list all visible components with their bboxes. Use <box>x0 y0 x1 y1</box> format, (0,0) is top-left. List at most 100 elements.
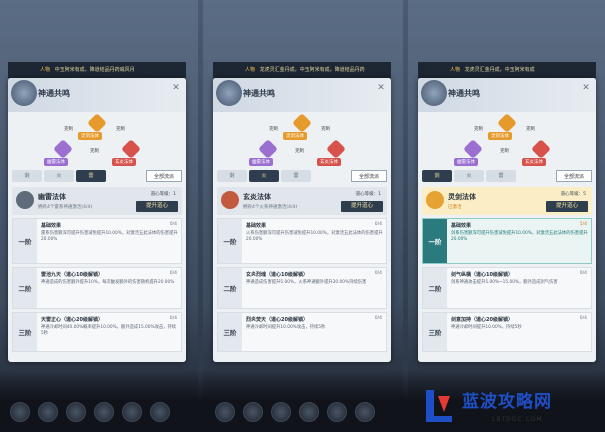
tier-title: 剑意加持（道心20级解锁） <box>451 317 513 323</box>
tier-badge: 二阶 <box>423 268 447 308</box>
tier-desc: 神通冷却时间提升10.00%攻击，持续5秒 <box>246 325 326 330</box>
top-notice: 人物 龙虎灵汇金丹成，中玉阿米有成 <box>418 62 596 78</box>
tier-desc: 剑系伤害额深可提升伤害减免提升10.00%，对激活五此法体的伤害提升20.00% <box>451 231 588 242</box>
tier-badge: 二阶 <box>13 268 37 308</box>
relation-left: 克制 <box>474 127 483 132</box>
skill-slot-icon[interactable] <box>10 402 30 422</box>
skill-slot-icon[interactable] <box>271 402 291 422</box>
skill-slot-icon[interactable] <box>215 402 235 422</box>
tab-fire[interactable]: 火 <box>44 170 74 182</box>
tabs-row: 剑 火 雷 全部流派 <box>217 170 387 184</box>
skill-slot-icon[interactable] <box>243 402 263 422</box>
tier-count: 0/4 <box>169 316 177 321</box>
tab-thunder[interactable]: 雷 <box>76 170 106 182</box>
tabs-row: 剑 火 雷 全部流派 <box>12 170 182 184</box>
tier-card: 三阶 剑意加持（道心20级解锁） 0/4 神通冷却时间提升10.00%，持续5秒 <box>422 312 592 352</box>
tier-badge: 三阶 <box>218 313 242 351</box>
all-schools-button[interactable]: 全部流派 <box>556 170 592 182</box>
tier-badge: 三阶 <box>13 313 37 351</box>
skill-slot-icon[interactable] <box>38 402 58 422</box>
tier-desc: 神通造成伤害提升5.00%，火系神通额外提升20.00%持续伤害 <box>246 280 367 285</box>
skill-slot-icon[interactable] <box>122 402 142 422</box>
heart-level: 道心等级：1 <box>355 192 381 197</box>
sword-node-icon <box>497 113 517 133</box>
tab-thunder[interactable]: 雷 <box>486 170 516 182</box>
body-name: 灵剑法体 <box>448 193 476 201</box>
tier-title: 基础效果 <box>246 223 267 229</box>
promote-heart-button[interactable]: 提升道心 <box>136 201 178 212</box>
node-top-label: 灵剑法体 <box>283 132 307 140</box>
selected-body-card: 玄炎法体 拥有4个火系神通激活(4/4) 道心等级：1 提升道心 <box>217 187 387 215</box>
close-icon[interactable]: ✕ <box>375 82 387 94</box>
tier-count: 0/4 <box>169 222 177 227</box>
relation-bottom: 克制 <box>295 149 304 154</box>
thunder-node-icon <box>53 139 73 159</box>
tier-card: 三阶 天雷正心（道心20级解锁） 0/4 神通冷却时间40.00%概率提升10.… <box>12 312 182 352</box>
panel-header: 神通共鸣 ✕ <box>213 78 391 112</box>
tab-fire[interactable]: 火 <box>249 170 279 182</box>
all-schools-button[interactable]: 全部流派 <box>146 170 182 182</box>
notice-tag: 人物 <box>245 67 256 73</box>
tier-badge: 一阶 <box>13 219 37 263</box>
counter-triangle: 灵剑法体 幽雷法体 玄炎法体 克制 克制 克制 <box>213 112 391 170</box>
resonance-panel-2: 神通共鸣 ✕ 灵剑法体 幽雷法体 玄炎法体 克制 克制 克制 剑 火 雷 全部流… <box>213 78 391 362</box>
notice-text: 龙虎灵汇金丹成，中玉阿米有成 <box>464 67 535 73</box>
tab-sword[interactable]: 剑 <box>217 170 247 182</box>
skill-slot-icon[interactable] <box>327 402 347 422</box>
panel-title: 神通共鸣 <box>243 89 275 98</box>
tier-desc: 神通冷却时间40.00%概率提升10.00%，额外造成15.00%攻击，持续5秒 <box>41 325 177 336</box>
tier-title: 雷池九天（道心10级解锁） <box>41 272 103 278</box>
tab-sword[interactable]: 剑 <box>422 170 452 182</box>
node-right-label: 玄炎法体 <box>317 158 341 166</box>
relation-bottom: 克制 <box>500 149 509 154</box>
watermark-logo-icon <box>426 390 452 422</box>
tier-title: 基础效果 <box>451 223 472 229</box>
tab-sword[interactable]: 剑 <box>12 170 42 182</box>
promote-heart-button[interactable]: 提升道心 <box>546 201 588 212</box>
fire-node-icon <box>326 139 346 159</box>
counter-triangle: 灵剑法体 幽雷法体 玄炎法体 克制 克制 克制 <box>8 112 186 170</box>
tab-thunder[interactable]: 雷 <box>281 170 311 182</box>
emblem-icon <box>11 80 37 106</box>
tier-count: 0/4 <box>374 271 382 276</box>
tab-fire[interactable]: 火 <box>454 170 484 182</box>
tier-badge: 二阶 <box>218 268 242 308</box>
skill-slot-icon[interactable] <box>150 402 170 422</box>
relation-left: 克制 <box>64 127 73 132</box>
heart-level: 道心等级：5 <box>560 192 586 197</box>
thunder-node-icon <box>463 139 483 159</box>
node-right-label: 玄炎法体 <box>112 158 136 166</box>
tier-card: 一阶 基础效果 5/4 剑系伤害额深可提升伤害减免提升10.00%，对激活五此法… <box>422 218 592 264</box>
relation-right: 克制 <box>321 127 330 132</box>
selected-body-card: 幽雷法体 拥有4个雷系神通激活(4/4) 道心等级：1 提升道心 <box>12 187 182 215</box>
watermark-sub: LBTDOC.COM <box>492 416 543 423</box>
skill-slot-icon[interactable] <box>66 402 86 422</box>
tier-card: 三阶 烈炎焚天（道心20级解锁） 0/4 神通冷却时间提升10.00%攻击，持续… <box>217 312 387 352</box>
relation-right: 克制 <box>526 127 535 132</box>
tier-desc: 神通冷却时间提升10.00%，持续5秒 <box>451 325 522 330</box>
all-schools-button[interactable]: 全部流派 <box>351 170 387 182</box>
panel-title: 神通共鸣 <box>448 89 480 98</box>
body-sub: 拥有4个雷系神通激活(4/4) <box>38 205 93 210</box>
node-left-label: 幽雷法体 <box>454 158 478 166</box>
tier-desc: 雷系伤害额深可提升伤害减免提升10.00%，对激活五此法体的伤害提升20.00% <box>41 231 178 242</box>
promote-heart-button[interactable]: 提升道心 <box>341 201 383 212</box>
tier-title: 烈炎焚天（道心20级解锁） <box>246 317 308 323</box>
relation-bottom: 克制 <box>90 149 99 154</box>
tier-desc: 剑系神通攻击提升5.00%~15.00%，额外造成剑气伤害 <box>451 280 558 285</box>
skill-slot-icon[interactable] <box>355 402 375 422</box>
tier-title: 玄炎烈魂（道心10级解锁） <box>246 272 308 278</box>
tier-card: 一阶 基础效果 0/4 火系伤害额深可提升伤害减免提升10.00%，对激活五此法… <box>217 218 387 264</box>
skill-slot-icon[interactable] <box>94 402 114 422</box>
body-sub: 已激活 <box>448 205 462 210</box>
tier-desc: 神通造成的伤害额外提升10%，每次触发额外的伤害随机提升20.00% <box>41 280 175 285</box>
close-icon[interactable]: ✕ <box>170 82 182 94</box>
close-icon[interactable]: ✕ <box>580 82 592 94</box>
node-left-label: 幽雷法体 <box>249 158 273 166</box>
skill-slot-icon[interactable] <box>299 402 319 422</box>
node-right-label: 玄炎法体 <box>522 158 546 166</box>
sword-node-icon <box>292 113 312 133</box>
thunder-node-icon <box>258 139 278 159</box>
watermark-title: 蓝波攻略网 <box>462 392 552 412</box>
body-name: 玄炎法体 <box>243 193 271 201</box>
